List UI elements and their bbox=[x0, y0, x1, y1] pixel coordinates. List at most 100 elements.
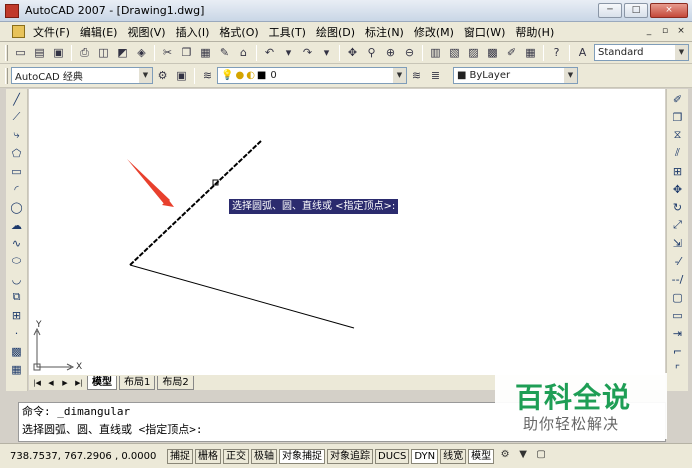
polyline-icon[interactable]: ⤷ bbox=[9, 127, 25, 143]
otrack-toggle[interactable]: 对象追踪 bbox=[327, 448, 373, 464]
ellipse-arc-icon[interactable]: ◡ bbox=[9, 271, 25, 287]
ellipse-icon[interactable]: ⬭ bbox=[9, 253, 25, 269]
menu-modify[interactable]: 修改(M) bbox=[409, 24, 459, 40]
menu-tools[interactable]: 工具(T) bbox=[264, 24, 311, 40]
second-line[interactable] bbox=[129, 264, 355, 329]
calculator-icon[interactable]: ▦ bbox=[522, 44, 539, 61]
help-icon[interactable]: ? bbox=[548, 44, 565, 61]
polygon-icon[interactable]: ⬠ bbox=[9, 145, 25, 161]
minimize-button[interactable]: ─ bbox=[598, 3, 622, 18]
spline-icon[interactable]: ∿ bbox=[9, 235, 25, 251]
cut-icon[interactable]: ✂ bbox=[159, 44, 176, 61]
erase-icon[interactable]: ✐ bbox=[670, 91, 686, 107]
menu-edit[interactable]: 编辑(E) bbox=[75, 24, 123, 40]
print-preview-icon[interactable]: ◫ bbox=[95, 44, 112, 61]
zoom-previous-icon[interactable]: ⊖ bbox=[401, 44, 418, 61]
text-style-select[interactable]: Standard ▼ bbox=[594, 44, 689, 61]
menu-dimension[interactable]: 标注(N) bbox=[360, 24, 409, 40]
undo-icon[interactable]: ↶ bbox=[261, 44, 278, 61]
point-icon[interactable]: · bbox=[9, 325, 25, 341]
maximize-button[interactable]: □ bbox=[624, 3, 648, 18]
make-current-layer-icon[interactable]: ≋ bbox=[408, 67, 425, 84]
insert-block-icon[interactable]: ⧉ bbox=[9, 289, 25, 305]
publish-icon[interactable]: ◩ bbox=[114, 44, 131, 61]
chevron-down-icon[interactable]: ▼ bbox=[564, 68, 577, 83]
toolbar-grip[interactable] bbox=[5, 44, 8, 61]
offset-icon[interactable]: ⫽ bbox=[670, 145, 686, 161]
design-center-icon[interactable]: ▧ bbox=[446, 44, 463, 61]
menu-file[interactable]: 文件(F) bbox=[28, 24, 75, 40]
break-at-point-icon[interactable]: ▢ bbox=[670, 289, 686, 305]
polar-toggle[interactable]: 极轴 bbox=[251, 448, 277, 464]
stretch-icon[interactable]: ⇲ bbox=[670, 235, 686, 251]
chevron-down-icon[interactable]: ▼ bbox=[139, 68, 152, 83]
sheet-set-icon[interactable]: ▩ bbox=[484, 44, 501, 61]
tab-layout1[interactable]: 布局1 bbox=[119, 375, 156, 390]
doc-restore-button[interactable]: ▫ bbox=[658, 25, 672, 38]
pan-icon[interactable]: ✥ bbox=[344, 44, 361, 61]
circle-icon[interactable]: ◯ bbox=[9, 199, 25, 215]
make-block-icon[interactable]: ⊞ bbox=[9, 307, 25, 323]
tool-palettes-icon[interactable]: ▨ bbox=[465, 44, 482, 61]
menu-insert[interactable]: 插入(I) bbox=[171, 24, 215, 40]
snap-toggle[interactable]: 捕捉 bbox=[167, 448, 193, 464]
break-icon[interactable]: ▭ bbox=[670, 307, 686, 323]
drawing-canvas[interactable] bbox=[29, 89, 665, 375]
ortho-toggle[interactable]: 正交 bbox=[223, 448, 249, 464]
menu-window[interactable]: 窗口(W) bbox=[459, 24, 510, 40]
scale-icon[interactable]: ⤢ bbox=[670, 217, 686, 233]
copy-object-icon[interactable]: ❐ bbox=[670, 109, 686, 125]
new-file-icon[interactable]: ▭ bbox=[12, 44, 29, 61]
redo-icon[interactable]: ↷ bbox=[299, 44, 316, 61]
tab-layout2[interactable]: 布局2 bbox=[157, 375, 194, 390]
match-properties-icon[interactable]: ✎ bbox=[216, 44, 233, 61]
rectangle-icon[interactable]: ▭ bbox=[9, 163, 25, 179]
save-icon[interactable]: ▣ bbox=[50, 44, 67, 61]
extend-icon[interactable]: --/ bbox=[670, 271, 686, 287]
autocad-app-icon[interactable] bbox=[5, 3, 19, 18]
layer-select[interactable]: 💡 ● ◐ ■ 0 ▼ bbox=[217, 67, 407, 84]
array-icon[interactable]: ⊞ bbox=[670, 163, 686, 179]
menu-format[interactable]: 格式(O) bbox=[214, 24, 263, 40]
move-icon[interactable]: ✥ bbox=[670, 181, 686, 197]
last-tab-icon[interactable]: ▶| bbox=[73, 377, 85, 389]
menu-draw[interactable]: 绘图(D) bbox=[311, 24, 360, 40]
osnap-toggle[interactable]: 对象捕捉 bbox=[279, 448, 325, 464]
hatch-icon[interactable]: ▩ bbox=[9, 343, 25, 359]
close-button[interactable]: × bbox=[650, 3, 688, 18]
document-icon[interactable] bbox=[12, 25, 25, 38]
construction-line-icon[interactable]: ⟋ bbox=[9, 109, 25, 125]
save-workspace-icon[interactable]: ▣ bbox=[173, 67, 190, 84]
toolbar-grip[interactable] bbox=[5, 67, 8, 84]
rotate-icon[interactable]: ↻ bbox=[670, 199, 686, 215]
tab-model[interactable]: 模型 bbox=[87, 375, 117, 390]
lineweight-toggle[interactable]: 线宽 bbox=[440, 448, 467, 464]
block-editor-icon[interactable]: ⌂ bbox=[235, 44, 252, 61]
menu-help[interactable]: 帮助(H) bbox=[510, 24, 559, 40]
chamfer-icon[interactable]: ⌐ bbox=[670, 343, 686, 359]
undo-dropdown-icon[interactable]: ▾ bbox=[280, 44, 297, 61]
text-style-icon[interactable]: A bbox=[574, 44, 591, 61]
grid-toggle[interactable]: 栅格 bbox=[195, 448, 221, 464]
lock-icon[interactable]: ▼ bbox=[516, 449, 530, 463]
gradient-icon[interactable]: ▦ bbox=[9, 361, 25, 377]
trim-icon[interactable]: -⁄ bbox=[670, 253, 686, 269]
layer-previous-icon[interactable]: ≣ bbox=[427, 67, 444, 84]
first-tab-icon[interactable]: |◀ bbox=[31, 377, 43, 389]
dyn-toggle[interactable]: DYN bbox=[411, 448, 439, 464]
revision-cloud-icon[interactable]: ☁ bbox=[9, 217, 25, 233]
clean-screen-icon[interactable]: ▢ bbox=[534, 449, 548, 463]
line-icon[interactable]: ╱ bbox=[9, 91, 25, 107]
properties-icon[interactable]: ▥ bbox=[427, 44, 444, 61]
arc-icon[interactable]: ◜ bbox=[9, 181, 25, 197]
join-icon[interactable]: ⇥ bbox=[670, 325, 686, 341]
coordinate-readout[interactable]: 738.7537, 767.2906 , 0.0000 bbox=[10, 451, 165, 462]
zoom-realtime-icon[interactable]: ⚲ bbox=[363, 44, 380, 61]
workspace-select[interactable]: AutoCAD 经典 ▼ bbox=[11, 67, 153, 84]
chevron-down-icon[interactable]: ▼ bbox=[675, 45, 688, 60]
communication-center-icon[interactable]: ⚙ bbox=[498, 449, 512, 463]
markup-icon[interactable]: ✐ bbox=[503, 44, 520, 61]
ducs-toggle[interactable]: DUCS bbox=[375, 448, 410, 464]
workspace-settings-icon[interactable]: ⚙ bbox=[154, 67, 171, 84]
3d-dwf-icon[interactable]: ◈ bbox=[133, 44, 150, 61]
